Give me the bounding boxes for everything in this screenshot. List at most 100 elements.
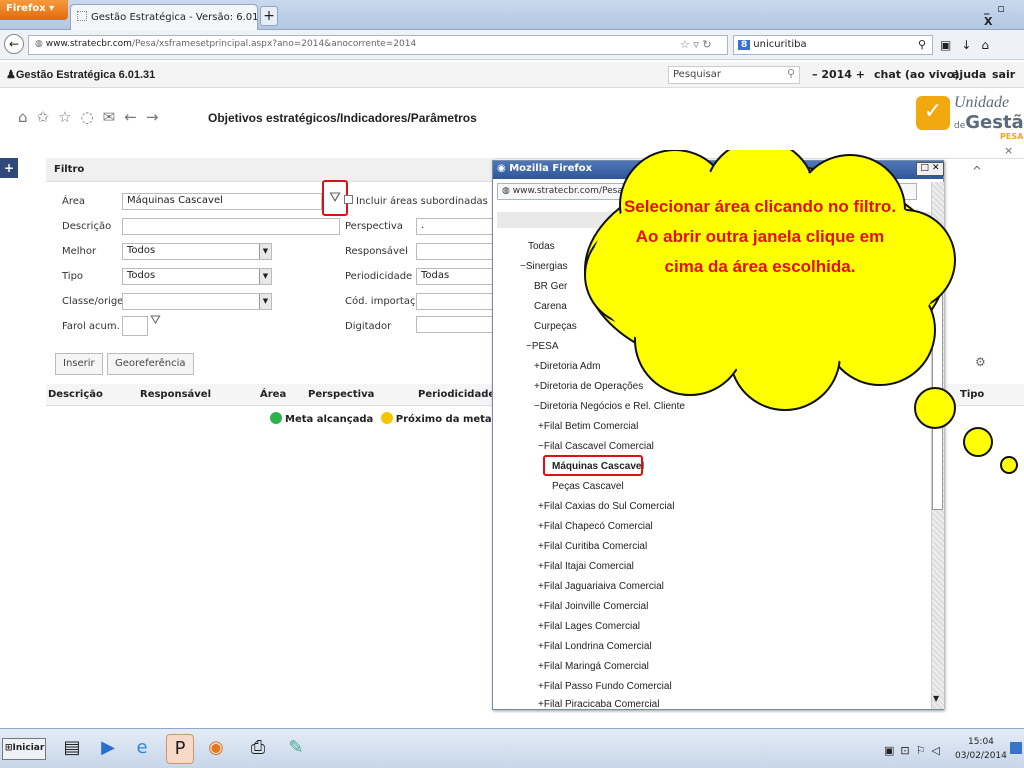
start-button[interactable]: ⊞Iniciar: [2, 738, 46, 760]
company-logo: ✓ Unidade deGestão PESA: [914, 90, 1024, 144]
app-name-text: Gestão Estratégica 6.01.31: [15, 69, 156, 81]
logo-de: de: [954, 121, 966, 131]
clock-date: 03/02/2014: [955, 751, 1007, 761]
codimport-input[interactable]: [416, 293, 494, 310]
include-subordinate-label: Incluir áreas subordinadas: [356, 196, 488, 207]
printer-icon[interactable]: ⎙: [244, 734, 272, 764]
back-button[interactable]: ←: [4, 34, 24, 54]
tree-item[interactable]: −PESA: [526, 337, 559, 357]
insert-button[interactable]: Inserir: [55, 353, 103, 375]
year-selector[interactable]: – 2014 +: [812, 68, 865, 81]
favorite-add-icon[interactable]: ✩: [37, 108, 59, 126]
tree-item[interactable]: Peças Cascavel: [552, 477, 624, 497]
expand-menu-button[interactable]: +: [0, 158, 18, 178]
dropdown-icon[interactable]: ▿: [693, 38, 699, 51]
georeference-button[interactable]: Georeferência: [107, 353, 194, 375]
chevron-down-icon[interactable]: ▼: [259, 244, 271, 259]
search-engine-icon[interactable]: 8: [738, 40, 751, 50]
tree-item[interactable]: Todas: [528, 237, 555, 257]
tree-item[interactable]: +Filal Jaguariaiva Comercial: [538, 577, 664, 597]
clock-time: 15:04: [967, 737, 994, 747]
tree-item[interactable]: +Filal Piracicaba Comercial: [538, 697, 659, 709]
tree-item[interactable]: +Filal Londrina Comercial: [538, 637, 652, 657]
home-icon[interactable]: ⌂: [18, 108, 37, 126]
show-desktop-button[interactable]: [1010, 742, 1022, 754]
column-descricao[interactable]: Descrição: [48, 389, 103, 400]
url-bar[interactable]: ◍ www.stratecbr.com/Pesa/xsframesetprinc…: [28, 35, 728, 55]
tree-item[interactable]: +Filal Curitiba Comercial: [538, 537, 647, 557]
yellow-status-icon: [380, 412, 393, 424]
digitador-label: Digitador: [345, 321, 392, 332]
tree-item[interactable]: +Filal Maringá Comercial: [538, 657, 649, 677]
flag-icon[interactable]: ⚐: [916, 744, 932, 757]
column-perspectiva[interactable]: Perspectiva: [308, 389, 374, 400]
download-icon[interactable]: ↓: [961, 38, 981, 52]
chevron-down-icon[interactable]: ▼: [259, 269, 271, 284]
perspectiva-field[interactable]: .: [416, 218, 494, 235]
tipo-select[interactable]: Todos ▼: [122, 268, 272, 285]
area-field[interactable]: Máquinas Cascavel: [122, 193, 322, 210]
column-periodicidade[interactable]: Periodicidade: [418, 389, 495, 400]
farol-field[interactable]: [122, 316, 148, 336]
bookmark-star-icon[interactable]: ☆: [680, 38, 690, 51]
bookmarks-icon[interactable]: ▣: [940, 38, 961, 52]
column-responsavel[interactable]: Responsável: [140, 389, 211, 400]
tree-item[interactable]: +Filal Passo Fundo Comercial: [538, 677, 672, 697]
tree-item[interactable]: +Filal Lages Comercial: [538, 617, 640, 637]
url-domain: www.stratecbr.com: [45, 39, 132, 49]
legend-near: Próximo da meta: [395, 414, 492, 425]
column-area[interactable]: Área: [260, 389, 286, 400]
windows-logo-icon: ⊞: [5, 743, 13, 753]
volume-icon[interactable]: ◁: [932, 744, 946, 757]
mail-icon[interactable]: ✉: [103, 108, 125, 126]
farol-label: Farol acum.: [62, 321, 120, 332]
tree-item[interactable]: +Filal Caxias do Sul Comercial: [538, 497, 674, 517]
app-tray-icon[interactable]: ▣: [884, 744, 900, 757]
paint-icon[interactable]: ✎: [282, 734, 310, 764]
new-tab-button[interactable]: +: [260, 6, 278, 26]
tree-item[interactable]: +Filal Itajai Comercial: [538, 557, 634, 577]
melhor-select[interactable]: Todos ▼: [122, 243, 272, 260]
classe-select[interactable]: ▼: [122, 293, 272, 310]
logo-check-icon: ✓: [916, 96, 950, 130]
favorite-icon[interactable]: ☆: [58, 108, 80, 126]
help-link[interactable]: ajuda: [952, 68, 986, 81]
chevron-down-icon[interactable]: ▼: [259, 294, 271, 309]
scroll-down-icon[interactable]: ▼: [933, 694, 939, 703]
digitador-input[interactable]: [416, 316, 494, 333]
arrow-right-icon[interactable]: →: [146, 108, 168, 126]
funnel-icon: ⛛: [329, 190, 341, 206]
chat-bubble-icon[interactable]: ◌: [81, 108, 103, 126]
arrow-left-icon[interactable]: ←: [124, 108, 146, 126]
browser-search-field[interactable]: 8 unicuritiba ⚲: [733, 35, 933, 55]
logout-link[interactable]: sair: [992, 68, 1015, 81]
periodicidade-field[interactable]: Todas: [416, 268, 494, 285]
network-icon[interactable]: ⊡: [900, 744, 915, 757]
responsavel-input[interactable]: [416, 243, 494, 260]
powershell-icon[interactable]: ▶: [94, 734, 122, 764]
include-subordinate-checkbox[interactable]: [344, 195, 353, 204]
back-arrow-icon: ←: [8, 37, 20, 51]
descricao-input[interactable]: [122, 218, 340, 235]
app-search-input[interactable]: Pesquisar ⚲: [668, 66, 800, 84]
search-icon[interactable]: ⚲: [787, 67, 795, 80]
internet-explorer-icon[interactable]: e: [128, 734, 156, 764]
logo-gestao: Gestão: [965, 112, 1024, 133]
home-icon[interactable]: ⌂: [981, 38, 999, 52]
page-favicon-icon: [77, 11, 87, 21]
chat-link[interactable]: chat (ao vivo): [874, 68, 959, 81]
browser-tab[interactable]: Gestão Estratégica - Versão: 6.01.31 - L…: [70, 4, 258, 30]
explorer-icon[interactable]: ▤: [58, 734, 86, 764]
firefox-icon[interactable]: ◉: [202, 734, 230, 764]
search-icon[interactable]: ⚲: [918, 38, 926, 51]
tipo-label: Tipo: [62, 271, 84, 282]
reload-icon[interactable]: ↻: [702, 38, 711, 51]
tree-item[interactable]: +Filal Chapecó Comercial: [538, 517, 653, 537]
tree-item[interactable]: +Filal Joinville Comercial: [538, 597, 648, 617]
funnel-icon[interactable]: ⛛: [150, 313, 161, 328]
window-controls[interactable]: _ ▫ X: [984, 2, 1022, 28]
powerpoint-icon[interactable]: P: [166, 734, 194, 764]
url-bar-icons[interactable]: ☆ ▿ ↻: [680, 38, 712, 51]
firefox-menu-button[interactable]: Firefox ▾: [0, 0, 68, 20]
clock[interactable]: 15:04 03/02/2014: [955, 735, 1007, 763]
